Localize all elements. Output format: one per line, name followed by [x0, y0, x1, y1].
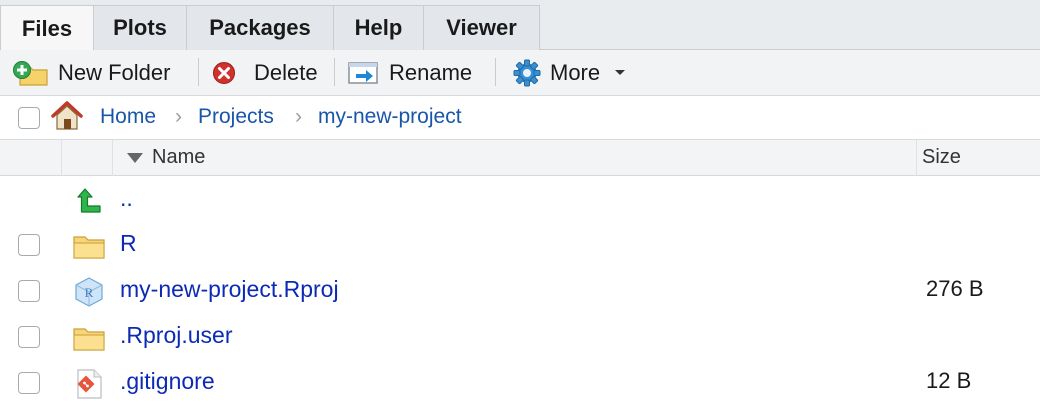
file-name-link[interactable]: ..: [120, 185, 133, 212]
svg-text:R: R: [85, 285, 94, 300]
file-row-parent[interactable]: ..: [0, 178, 1040, 223]
breadcrumb-current[interactable]: my-new-project: [318, 105, 462, 129]
file-row[interactable]: R my-new-project.Rproj 276 B: [0, 269, 1040, 314]
breadcrumb-separator: ›: [175, 105, 182, 128]
toolbar-separator: [334, 58, 335, 86]
column-divider: [916, 140, 917, 176]
folder-icon: [73, 236, 105, 259]
rename-button[interactable]: Rename: [347, 57, 472, 89]
name-column-header[interactable]: Name: [152, 146, 205, 169]
sort-descending-icon: [127, 153, 143, 163]
git-file-icon: [77, 369, 102, 399]
delete-label: Delete: [254, 60, 318, 85]
folder-icon: [73, 328, 105, 351]
new-folder-label: New Folder: [58, 60, 171, 85]
rename-icon: [348, 62, 378, 84]
breadcrumb-projects[interactable]: Projects: [198, 105, 274, 129]
tab-bar: Files Plots Packages Help Viewer: [0, 0, 1040, 51]
rename-label: Rename: [389, 60, 473, 85]
toolbar: New Folder Delete Rename More: [0, 50, 1040, 96]
file-name-link[interactable]: R: [120, 230, 137, 257]
column-divider: [61, 140, 62, 176]
file-name-link[interactable]: .gitignore: [120, 368, 215, 395]
file-size: 276 B: [926, 276, 984, 301]
file-name-link[interactable]: .Rproj.user: [120, 322, 232, 349]
tab-packages[interactable]: Packages: [186, 5, 334, 50]
dropdown-caret-icon: [615, 70, 626, 75]
file-row[interactable]: R: [0, 223, 1040, 268]
tab-files[interactable]: Files: [0, 5, 94, 51]
file-row[interactable]: .gitignore 12 B: [0, 361, 1040, 406]
row-checkbox[interactable]: [18, 372, 40, 394]
select-all-checkbox[interactable]: [18, 107, 40, 129]
breadcrumb: Home › Projects › my-new-project: [0, 96, 1040, 140]
delete-icon: [213, 62, 235, 84]
row-checkbox[interactable]: [18, 280, 40, 302]
file-name-link[interactable]: my-new-project.Rproj: [120, 276, 339, 303]
row-checkbox[interactable]: [18, 234, 40, 256]
new-folder-button[interactable]: New Folder: [12, 57, 170, 89]
toolbar-separator: [495, 58, 496, 86]
row-checkbox[interactable]: [18, 326, 40, 348]
size-column-header[interactable]: Size: [922, 146, 961, 169]
tab-plots[interactable]: Plots: [93, 5, 187, 50]
file-row[interactable]: .Rproj.user: [0, 315, 1040, 360]
file-size: 12 B: [926, 368, 972, 393]
column-divider: [112, 140, 113, 176]
delete-button[interactable]: Delete: [212, 57, 318, 89]
files-pane: Files Plots Packages Help Viewer New Fol…: [0, 0, 1040, 420]
more-button[interactable]: More: [512, 57, 634, 89]
column-header: Name Size: [0, 140, 1040, 176]
new-folder-icon: [13, 61, 48, 86]
rproj-file-icon: R: [75, 277, 103, 307]
breadcrumb-home[interactable]: Home: [100, 105, 156, 129]
gear-icon: [513, 59, 541, 87]
tab-viewer[interactable]: Viewer: [423, 5, 540, 50]
more-label: More: [550, 60, 601, 85]
tab-help[interactable]: Help: [333, 5, 424, 50]
toolbar-separator: [198, 58, 199, 86]
parent-dir-icon: [77, 188, 101, 213]
breadcrumb-separator: ›: [295, 105, 302, 128]
home-icon[interactable]: [50, 100, 84, 132]
